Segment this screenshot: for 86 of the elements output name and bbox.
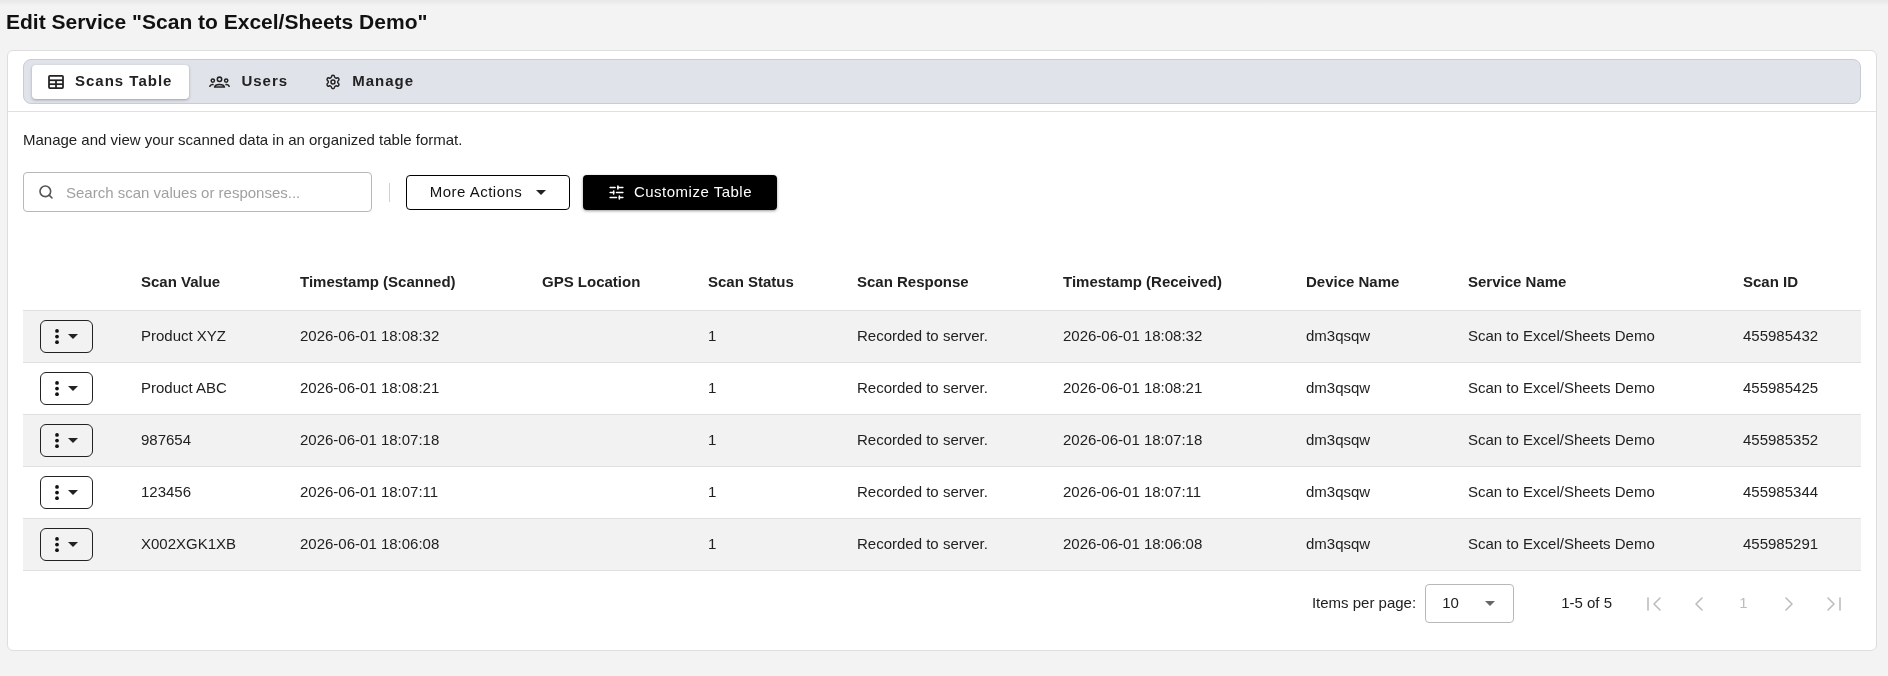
column-header: Scan ID (1743, 272, 1799, 293)
tab[interactable]: Scans Table (32, 64, 190, 99)
caret-icon (68, 490, 78, 495)
column-header: GPS Location (542, 272, 641, 293)
table-cell-text: Scan to Excel/Sheets Demo (1468, 482, 1655, 503)
search-icon (38, 184, 54, 200)
table-cell-text: Product XYZ (141, 326, 227, 347)
table-cell-text: 1 (708, 482, 717, 503)
description-text: Manage and view your scanned data in an organized table format. (23, 130, 463, 150)
search-field[interactable]: Search scan values or responses... (23, 172, 372, 212)
table-cell-text: 455985432 (1743, 326, 1819, 347)
last-page-icon (1826, 596, 1841, 611)
table-cell-text: Scan to Excel/Sheets Demo (1468, 534, 1655, 555)
column-header: Timestamp (Received) (1063, 272, 1222, 293)
table-cell-text: Recorded to server. (857, 430, 988, 451)
table-cell-text: Recorded to server. (857, 326, 988, 347)
more-vertical-icon (55, 329, 59, 344)
caret-icon (68, 542, 78, 547)
table-cell-text: dm3qsqw (1306, 482, 1371, 503)
caret-icon (68, 438, 78, 443)
caret-icon (1485, 601, 1496, 606)
table-cell-text: 2026-06-01 18:07:18 (1063, 430, 1203, 451)
table-cell-text: 987654 (141, 430, 192, 451)
table-cell-text: 455985352 (1743, 430, 1819, 451)
first-page-icon (1646, 596, 1661, 611)
row-actions-button[interactable] (40, 528, 93, 561)
table-cell-text: X002XGK1XB (141, 534, 237, 555)
table-cell-text: 2026-06-01 18:08:21 (1063, 378, 1203, 399)
table-cell-text: 2026-06-01 18:08:21 (300, 378, 440, 399)
table-cell-text: 1 (708, 326, 717, 347)
more-vertical-icon (55, 537, 59, 552)
column-header: Scan Status (708, 272, 794, 293)
more-vertical-icon (55, 381, 59, 396)
settings-icon (325, 73, 342, 90)
more-vertical-icon (55, 433, 59, 448)
row-actions-button[interactable] (40, 476, 93, 509)
caret-icon (68, 334, 78, 339)
table-cell-text: Recorded to server. (857, 482, 988, 503)
people-group-icon (209, 75, 231, 88)
column-header: Timestamp (Scanned) (300, 272, 456, 293)
table-cell-text: 2026-06-01 18:08:32 (300, 326, 440, 347)
table-cell-text: dm3qsqw (1306, 378, 1371, 399)
column-header: Scan Response (857, 272, 969, 293)
table-cell-text: 2026-06-01 18:07:18 (300, 430, 440, 451)
table-cell-text: Recorded to server. (857, 378, 988, 399)
table-cell-text: 2026-06-01 18:08:32 (1063, 326, 1203, 347)
tab[interactable]: Users (193, 64, 306, 99)
table-cell-text: 455985344 (1743, 482, 1819, 503)
page-range-text: 1-5 of 5 (1561, 593, 1612, 614)
table-cell-text: 2026-06-01 18:06:08 (300, 534, 440, 555)
table-cell-text: dm3qsqw (1306, 534, 1371, 555)
column-header: Service Name (1468, 272, 1567, 293)
column-header: Device Name (1306, 272, 1400, 293)
row-actions-button[interactable] (40, 320, 93, 353)
row-actions-button[interactable] (40, 372, 93, 405)
table-icon (48, 74, 64, 89)
tab[interactable]: Manage (309, 64, 431, 99)
table-cell-text: Product ABC (141, 378, 227, 399)
chevron-left-icon (1694, 596, 1703, 611)
sliders-icon (607, 183, 625, 201)
table-cell-text: 2026-06-01 18:07:11 (1063, 482, 1202, 503)
table-cell-text: 1 (708, 430, 717, 451)
table-cell-text: Scan to Excel/Sheets Demo (1468, 326, 1655, 347)
table-cell-text: 1 (708, 534, 717, 555)
items-per-page-label: Items per page: (1311, 593, 1417, 614)
table-cell-text: Scan to Excel/Sheets Demo (1468, 430, 1655, 451)
page-size-select[interactable]: 10 (1425, 584, 1515, 623)
table-cell-text: 1 (708, 378, 717, 399)
table-cell-text: dm3qsqw (1306, 430, 1371, 451)
customize-table-button[interactable]: Customize Table (583, 174, 777, 210)
more-actions-button[interactable]: More Actions (406, 174, 570, 210)
table-cell-text: Recorded to server. (857, 534, 988, 555)
caret-icon (536, 189, 547, 195)
table-cell-text: Scan to Excel/Sheets Demo (1468, 378, 1655, 399)
table-cell-text: 2026-06-01 18:06:08 (1063, 534, 1203, 555)
table-cell-text: 455985425 (1743, 378, 1819, 399)
more-vertical-icon (55, 485, 59, 500)
caret-icon (68, 386, 78, 391)
table-cell-text: 455985291 (1743, 534, 1819, 555)
table-cell-text: 2026-06-01 18:07:11 (300, 482, 439, 503)
row-actions-button[interactable] (40, 424, 93, 457)
page-title: Edit Service "Scan to Excel/Sheets Demo" (5, 9, 428, 35)
table-cell-text: dm3qsqw (1306, 326, 1371, 347)
chevron-right-icon (1784, 596, 1793, 611)
column-header: Scan Value (141, 272, 221, 293)
table-cell-text: 123456 (141, 482, 192, 503)
